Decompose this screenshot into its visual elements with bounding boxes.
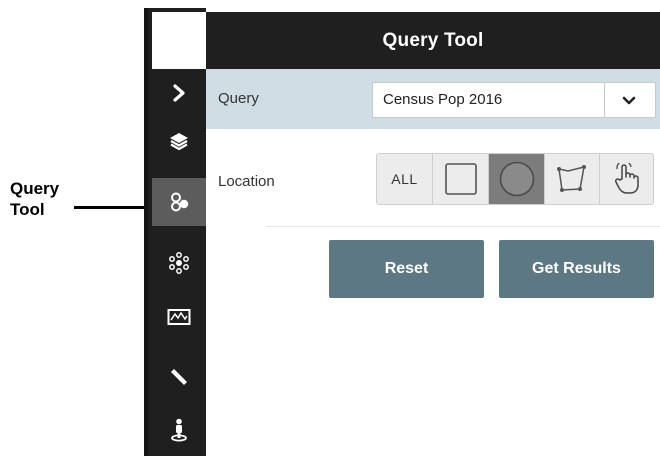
- query-select[interactable]: Census Pop 2016: [372, 82, 656, 118]
- location-pointer-button[interactable]: [600, 154, 653, 204]
- network-button[interactable]: [152, 239, 206, 287]
- street-view-icon: [171, 418, 187, 442]
- location-label: Location: [218, 173, 275, 190]
- location-circle-button[interactable]: [489, 154, 545, 204]
- network-icon: [169, 252, 189, 274]
- callout-pointer-line: [74, 206, 152, 209]
- query-row: Query Census Pop 2016: [206, 69, 660, 129]
- panel-title: Query Tool: [382, 29, 484, 51]
- logo-area: [152, 12, 206, 69]
- street-view-button[interactable]: [152, 406, 206, 454]
- pointer-hand-icon: [614, 163, 639, 194]
- location-all-label: ALL: [391, 171, 418, 187]
- query-select-value: Census Pop 2016: [383, 91, 503, 108]
- query-tool-callout: Query Tool: [10, 178, 80, 220]
- layers-button[interactable]: [152, 117, 206, 165]
- chevron-down-icon[interactable]: [614, 92, 644, 110]
- callout-label-line2: Tool: [10, 200, 45, 219]
- chevron-right-icon: [173, 84, 185, 102]
- section-divider: [266, 226, 660, 227]
- panel-header: Query Tool: [206, 12, 660, 69]
- circle-icon: [499, 161, 534, 197]
- ruler-icon: [171, 369, 187, 385]
- query-label: Query: [218, 90, 259, 107]
- reset-button[interactable]: Reset: [329, 240, 484, 298]
- query-tool-button[interactable]: [152, 178, 206, 226]
- map-icon: [167, 309, 191, 325]
- callout-label-line1: Query: [10, 179, 60, 198]
- location-all-button[interactable]: ALL: [377, 154, 433, 204]
- polygon-icon: [557, 165, 586, 192]
- get-results-button[interactable]: Get Results: [499, 240, 654, 298]
- location-row: Location ALL: [206, 129, 660, 225]
- expand-button[interactable]: [152, 69, 206, 117]
- location-polygon-button[interactable]: [545, 154, 600, 204]
- location-rectangle-button[interactable]: [433, 154, 489, 204]
- rectangle-icon: [444, 163, 477, 195]
- map-button[interactable]: [152, 293, 206, 341]
- measure-button[interactable]: [152, 353, 206, 401]
- app-frame: Query Tool Query Census Pop 2016 Locatio…: [144, 8, 660, 456]
- location-selector: ALL: [376, 153, 654, 205]
- query-tool-icon: [171, 192, 189, 212]
- query-tool-panel: Query Tool Query Census Pop 2016 Locatio…: [206, 8, 660, 456]
- layers-icon: [170, 133, 188, 151]
- tool-rail: [144, 8, 206, 456]
- select-divider: [604, 83, 605, 117]
